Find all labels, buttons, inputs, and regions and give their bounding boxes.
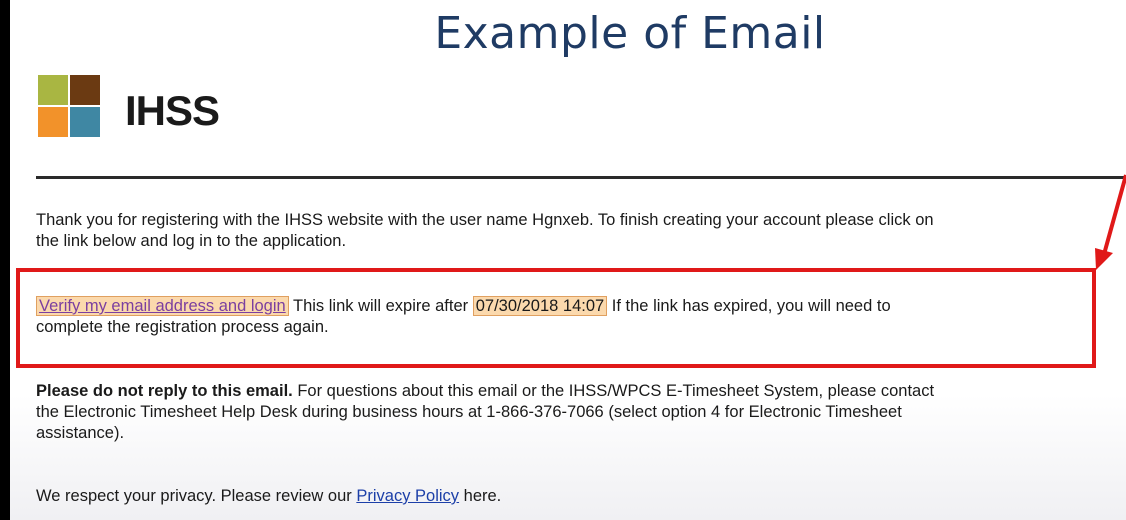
- header-divider: [36, 176, 1126, 179]
- logo-square-green: [38, 75, 68, 105]
- logo-square-brown: [70, 75, 100, 105]
- intro-paragraph: Thank you for registering with the IHSS …: [36, 210, 1116, 252]
- ihss-logo: IHSS: [38, 75, 278, 143]
- noreply-rest: For questions about this email or the IH…: [297, 382, 935, 400]
- slide-title: Example of Email: [434, 8, 826, 59]
- intro-line-2: the link below and log in to the applica…: [36, 232, 347, 250]
- annotation-highlight-box: [16, 268, 1096, 368]
- noreply-paragraph: Please do not reply to this email. For q…: [36, 381, 1116, 444]
- privacy-paragraph: We respect your privacy. Please review o…: [36, 486, 1116, 507]
- helpdesk-line-3: assistance).: [36, 424, 125, 442]
- logo-text: IHSS: [125, 87, 220, 134]
- logo-square-orange: [38, 107, 68, 137]
- logo-square-teal: [70, 107, 100, 137]
- intro-line-1: Thank you for registering with the IHSS …: [36, 211, 934, 229]
- privacy-policy-link[interactable]: Privacy Policy: [356, 487, 459, 505]
- noreply-bold: Please do not reply to this email.: [36, 382, 293, 400]
- helpdesk-line-2: the Electronic Timesheet Help Desk durin…: [36, 403, 902, 421]
- privacy-post: here.: [463, 487, 502, 505]
- email-frame: Example of Email IHSS Thank you for regi…: [10, 0, 1126, 520]
- privacy-pre: We respect your privacy. Please review o…: [36, 487, 352, 505]
